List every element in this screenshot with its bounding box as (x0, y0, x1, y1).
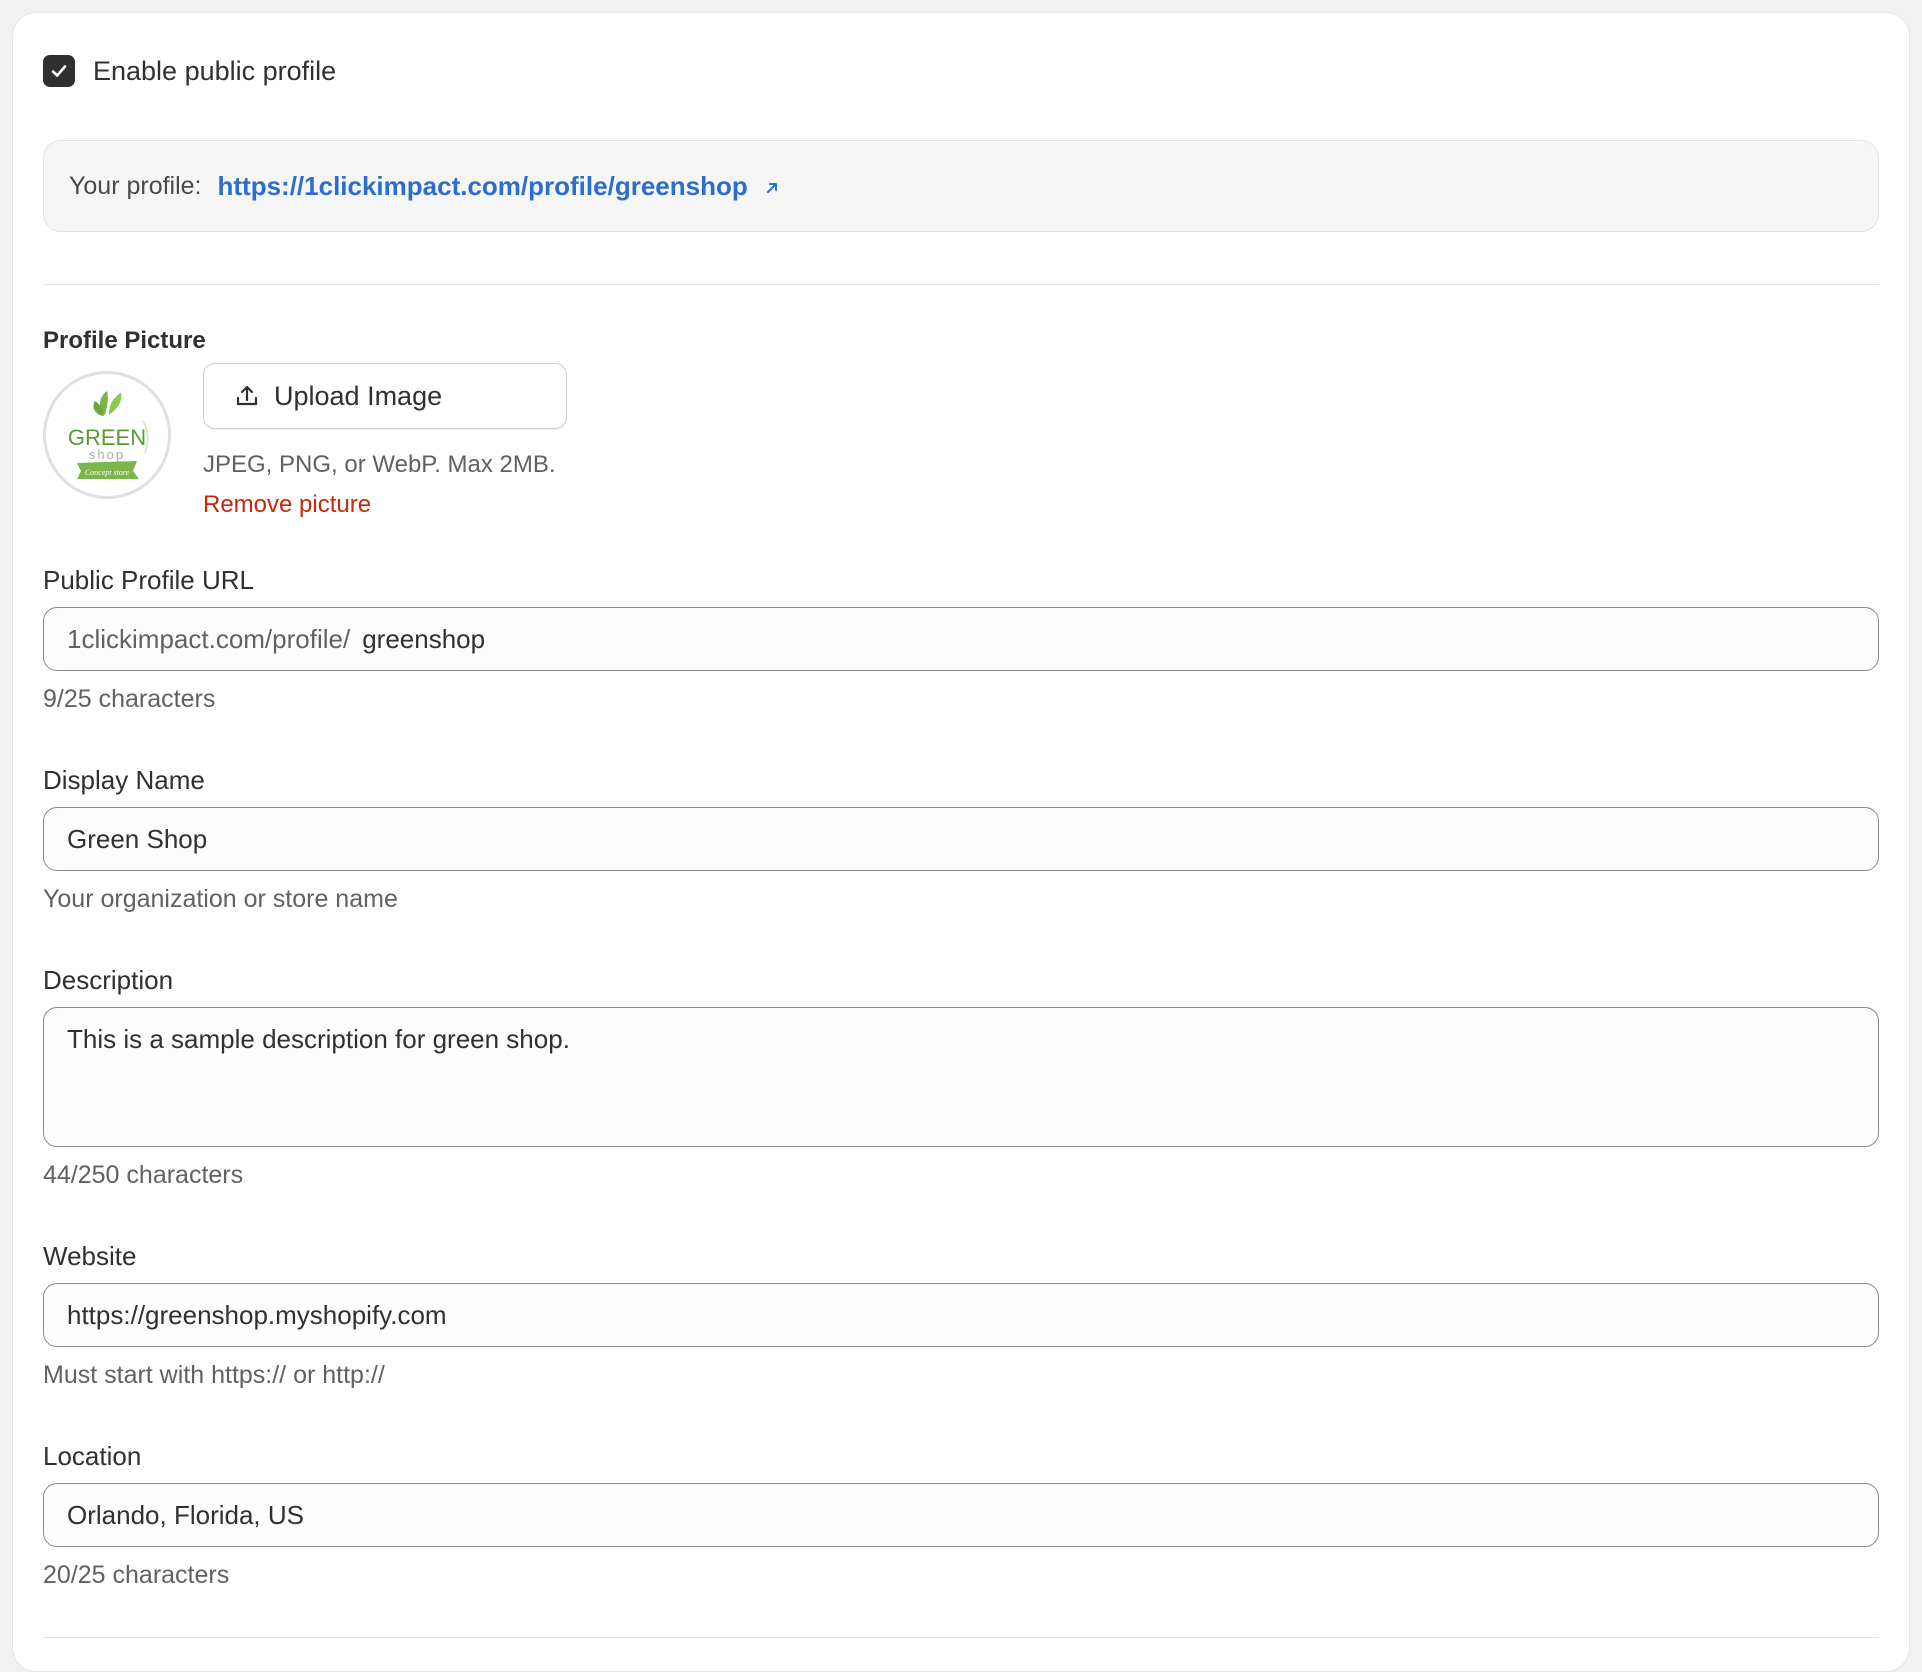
upload-hint: JPEG, PNG, or WebP. Max 2MB. (203, 451, 556, 478)
display-name-value: Green Shop (67, 823, 208, 854)
upload-icon (236, 385, 258, 406)
section-divider (43, 284, 1879, 285)
public-profile-url-prefix: 1clickimpact.com/profile/ (67, 623, 351, 654)
location-value: Orlando, Florida, US (67, 1499, 304, 1530)
svg-text:Concept store: Concept store (85, 468, 130, 477)
checkmark-icon (51, 65, 67, 77)
external-link-icon (766, 182, 777, 193)
location-label: Location (43, 1441, 142, 1471)
profile-settings-card: Enable public profile Your profile: http… (12, 12, 1910, 1672)
avatar: GREEN shop Concept store (43, 371, 171, 499)
website-input[interactable]: https://greenshop.myshopify.com (43, 1283, 1879, 1347)
public-profile-url-help: 9/25 characters (43, 685, 216, 713)
website-value: https://greenshop.myshopify.com (67, 1299, 447, 1330)
public-profile-url-value: greenshop (362, 623, 486, 654)
profile-picture-title: Profile Picture (43, 327, 206, 354)
profile-link[interactable]: https://1clickimpact.com/profile/greensh… (218, 171, 781, 202)
website-help: Must start with https:// or http:// (43, 1361, 385, 1389)
public-profile-url-label: Public Profile URL (43, 565, 254, 595)
svg-text:shop: shop (89, 447, 125, 462)
description-label: Description (43, 965, 174, 995)
upload-image-button[interactable]: Upload Image (203, 363, 567, 429)
profile-link-box: Your profile: https://1clickimpact.com/p… (43, 140, 1879, 232)
profile-link-url: https://1clickimpact.com/profile/greensh… (217, 170, 748, 201)
location-help: 20/25 characters (43, 1561, 230, 1589)
section-divider-bottom (43, 1637, 1879, 1638)
display-name-input[interactable]: Green Shop (43, 807, 1879, 871)
green-shop-logo: GREEN shop Concept store (68, 391, 149, 479)
enable-public-profile-row[interactable]: Enable public profile (43, 55, 336, 87)
display-name-label: Display Name (43, 765, 205, 795)
display-name-help: Your organization or store name (43, 885, 398, 913)
remove-picture-link[interactable]: Remove picture (203, 491, 371, 519)
description-textarea[interactable]: This is a sample description for green s… (43, 1007, 1879, 1147)
enable-public-profile-label: Enable public profile (93, 55, 337, 86)
enable-public-profile-checkbox[interactable] (43, 55, 75, 87)
description-help: 44/250 characters (43, 1161, 244, 1189)
description-value: This is a sample description for green s… (67, 1024, 570, 1054)
profile-link-prefix: Your profile: (69, 171, 202, 200)
website-label: Website (43, 1241, 137, 1271)
public-profile-url-input[interactable]: 1clickimpact.com/profile/ greenshop (43, 607, 1879, 671)
upload-image-label: Upload Image (274, 380, 443, 411)
location-input[interactable]: Orlando, Florida, US (43, 1483, 1879, 1547)
